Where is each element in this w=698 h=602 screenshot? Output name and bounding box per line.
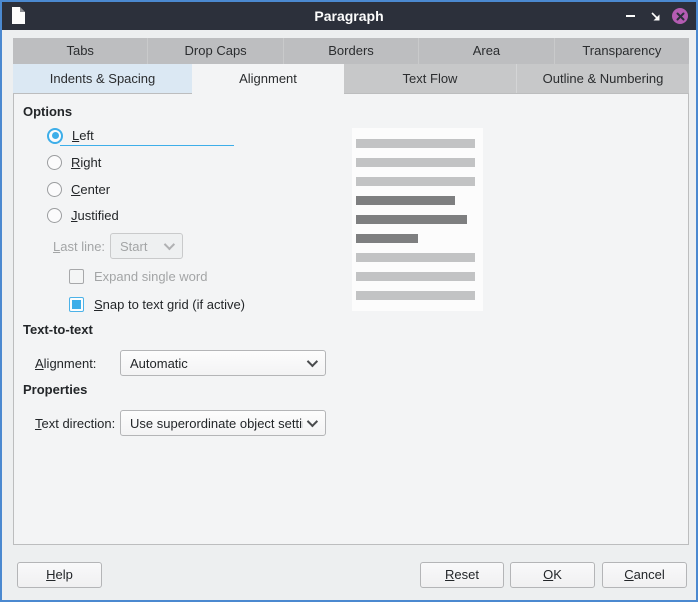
preview-bar [356,291,475,300]
text-direction-dropdown[interactable]: Use superordinate object settings [120,410,326,436]
properties-heading: Properties [23,382,87,397]
titlebar: Paragraph [2,2,696,30]
reset-button[interactable]: Reset [420,562,504,588]
last-line-value: Start [111,239,160,254]
chevron-down-icon [307,416,318,427]
paragraph-dialog: Paragraph Tabs Drop Caps Borders Are [0,0,698,602]
alignment-dropdown[interactable]: Automatic [120,350,326,376]
radio-left-button [47,128,63,144]
restore-icon [649,10,662,23]
radio-justified[interactable]: Justified [47,207,119,224]
minimize-button[interactable] [622,8,638,24]
radio-left[interactable]: Left [47,127,94,144]
radio-left-label: Left [72,128,94,143]
preview-bar [356,272,475,281]
preview-bar [356,215,467,224]
expand-single-word-checkbox-row[interactable]: Expand single word [69,268,207,284]
tab-row-1: Tabs Drop Caps Borders Area Transparency [13,38,689,64]
close-button[interactable] [672,8,688,24]
alignment-label: Alignment: [35,356,96,371]
restore-button[interactable] [647,8,663,24]
close-icon [672,8,688,24]
radio-justified-button [47,208,62,223]
alignment-tab-page: Options Left Right Center Justified Last… [13,93,689,545]
window-controls [622,2,688,30]
preview-bar [356,177,475,186]
text-direction-label: Text direction: [35,416,115,431]
alignment-value: Automatic [121,356,303,371]
help-button[interactable]: Help [17,562,102,588]
tab-transparency[interactable]: Transparency [555,38,689,64]
snap-to-grid-label: Snap to text grid (if active) [94,297,245,312]
tab-drop-caps[interactable]: Drop Caps [148,38,283,64]
cancel-button[interactable]: Cancel [602,562,687,588]
preview-bar [356,234,418,243]
text-direction-value: Use superordinate object settings [121,416,303,431]
radio-right-label: Right [71,155,101,170]
tab-area[interactable]: Area [419,38,554,64]
minimize-icon [626,15,635,17]
tab-alignment[interactable]: Alignment [192,64,344,94]
preview-pane [352,128,483,311]
radio-center-button [47,182,62,197]
expand-single-word-checkbox [69,269,84,284]
focus-underline [60,145,234,146]
last-line-dropdown[interactable]: Start [110,233,183,259]
radio-right[interactable]: Right [47,154,101,171]
preview-bar [356,253,475,262]
preview-bar [356,196,455,205]
chevron-down-icon [307,356,318,367]
window-title: Paragraph [2,8,696,24]
tab-text-flow[interactable]: Text Flow [344,64,516,93]
radio-center-label: Center [71,182,110,197]
preview-bar [356,158,475,167]
last-line-label: Last line: [53,239,105,254]
text-to-text-heading: Text-to-text [23,322,93,337]
chevron-down-icon [164,239,175,250]
radio-center[interactable]: Center [47,181,110,198]
ok-button[interactable]: OK [510,562,595,588]
expand-single-word-label: Expand single word [94,269,207,284]
snap-to-grid-checkbox [69,297,84,312]
preview-bar [356,139,475,148]
tab-outline-numbering[interactable]: Outline & Numbering [516,64,689,93]
snap-to-grid-checkbox-row[interactable]: Snap to text grid (if active) [69,296,245,312]
tab-tabs[interactable]: Tabs [13,38,148,64]
radio-right-button [47,155,62,170]
tab-indents-spacing[interactable]: Indents & Spacing [13,64,192,93]
tab-borders[interactable]: Borders [284,38,419,64]
options-heading: Options [23,104,72,119]
radio-justified-label: Justified [71,208,119,223]
